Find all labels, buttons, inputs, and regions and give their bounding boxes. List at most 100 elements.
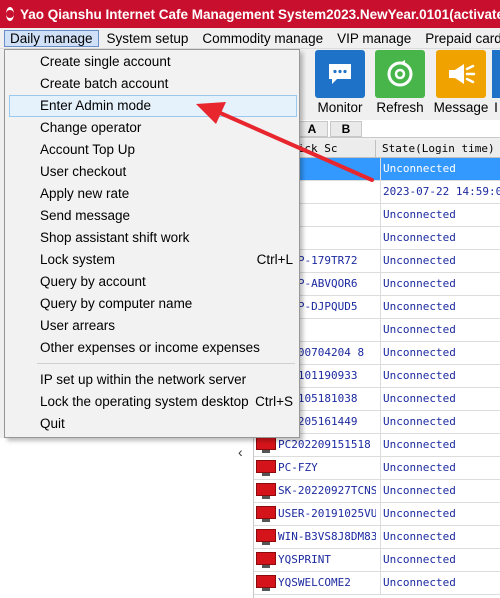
partial-label: I <box>494 100 498 115</box>
computer-name: PC-FZY <box>278 461 318 474</box>
menu-item-label: Lock the operating system desktop <box>40 394 249 409</box>
menu-commodity-manage[interactable]: Commodity manage <box>196 30 329 47</box>
refresh-label: Refresh <box>376 100 424 115</box>
menu-item-shortcut: Ctrl+S <box>255 394 293 409</box>
computer-name: YQSPRINT <box>278 553 331 566</box>
menu-item-lock-system[interactable]: Lock system Ctrl+L <box>9 249 297 271</box>
computer-icon <box>256 460 276 476</box>
table-row[interactable]: WIN-B3VS8J8DM83 Unconnected <box>254 526 500 549</box>
menu-item-label: Lock system <box>40 252 116 267</box>
menu-item-label: Quit <box>40 416 65 431</box>
menu-item-lock-the-operating-system-desktop[interactable]: Lock the operating system desktop Ctrl+S <box>9 391 297 413</box>
connection-state: Unconnected <box>380 158 456 180</box>
daily-manage-dropdown: Create single account Create batch accoun… <box>4 49 300 438</box>
connection-state: 2023-07-22 14:59:04 <box>380 181 500 203</box>
message-label: Message <box>433 100 489 115</box>
menu-item-label: Other expenses or income expenses <box>40 340 260 355</box>
computer-icon <box>256 437 276 453</box>
menu-bar: Daily manage System setup Commodity mana… <box>0 28 500 49</box>
computer-icon <box>256 575 276 591</box>
connection-state: Unconnected <box>380 319 456 341</box>
table-row[interactable]: YQSWELCOME2 Unconnected <box>254 572 500 595</box>
menu-item-shop-assistant-shift-work[interactable]: Shop assistant shift work <box>9 227 297 249</box>
connection-state: Unconnected <box>380 388 456 410</box>
connection-state: Unconnected <box>380 503 456 525</box>
menu-item-query-by-account[interactable]: Query by account <box>9 271 297 293</box>
menu-item-user-checkout[interactable]: User checkout <box>9 161 297 183</box>
connection-state: Unconnected <box>380 434 456 456</box>
computer-name: SK-20220927TCNSJ <box>278 484 376 497</box>
menu-daily-manage[interactable]: Daily manage <box>4 29 99 47</box>
menu-vip-manage[interactable]: VIP manage <box>331 30 417 47</box>
menu-item-label: Query by computer name <box>40 296 193 311</box>
computer-name: USER-20191025VU <box>278 507 376 520</box>
menu-item-account-top-up[interactable]: Account Top Up <box>9 139 297 161</box>
title-bar: Yao Qianshu Internet Cafe Management Sys… <box>0 0 500 28</box>
connection-state: Unconnected <box>380 204 456 226</box>
refresh-button[interactable]: Refresh <box>374 50 426 115</box>
left-panel <box>0 438 254 598</box>
menu-item-query-by-computer-name[interactable]: Query by computer name <box>9 293 297 315</box>
monitor-button[interactable]: Monitor <box>314 50 366 115</box>
menu-item-create-batch-account[interactable]: Create batch account <box>9 73 297 95</box>
menu-item-label: Shop assistant shift work <box>40 230 190 245</box>
connection-state: Unconnected <box>380 227 456 249</box>
computer-icon <box>256 529 276 545</box>
menu-system-setup[interactable]: System setup <box>101 30 195 47</box>
computer-icon <box>256 483 276 499</box>
table-row[interactable]: PC-FZY Unconnected <box>254 457 500 480</box>
menu-item-enter-admin-mode[interactable]: Enter Admin mode <box>9 95 297 117</box>
menu-item-label: User arrears <box>40 318 116 333</box>
menu-item-user-arrears[interactable]: User arrears <box>9 315 297 337</box>
menu-item-label: IP set up within the network server <box>40 372 247 387</box>
partial-toolbar-button[interactable]: I <box>492 50 500 115</box>
connection-state: Unconnected <box>380 411 456 433</box>
menu-item-change-operator[interactable]: Change operator <box>9 117 297 139</box>
table-row[interactable]: YQSPRINT Unconnected <box>254 549 500 572</box>
menu-separator <box>37 363 295 364</box>
table-row[interactable]: USER-20191025VU Unconnected <box>254 503 500 526</box>
menu-item-quit[interactable]: Quit <box>9 413 297 435</box>
menu-item-send-message[interactable]: Send message <box>9 205 297 227</box>
connection-state: Unconnected <box>380 273 456 295</box>
connection-state: Unconnected <box>380 572 456 594</box>
connection-state: Unconnected <box>380 365 456 387</box>
menu-item-shortcut: Ctrl+L <box>256 252 293 267</box>
menu-item-label: Create batch account <box>40 76 169 91</box>
column-letter-b[interactable]: B <box>330 121 362 137</box>
connection-state: Unconnected <box>380 549 456 571</box>
menu-item-label: Send message <box>40 208 131 223</box>
refresh-icon <box>375 50 425 98</box>
header-state[interactable]: State(Login time) <box>380 140 500 158</box>
message-button[interactable]: Message <box>433 50 489 115</box>
monitor-label: Monitor <box>317 100 363 115</box>
menu-item-label: Apply new rate <box>40 186 130 201</box>
computer-icon <box>256 552 276 568</box>
column-letters: A B <box>296 120 500 138</box>
computer-name: WIN-B3VS8J8DM83 <box>278 530 376 543</box>
menu-item-other-expenses-or-income-expenses[interactable]: Other expenses or income expenses <box>9 337 297 359</box>
menu-item-apply-new-rate[interactable]: Apply new rate <box>9 183 297 205</box>
partial-icon <box>492 50 500 98</box>
menu-item-label: User checkout <box>40 164 127 179</box>
table-row[interactable]: SK-20220927TCNSJ Unconnected <box>254 480 500 503</box>
menu-item-label: Query by account <box>40 274 146 289</box>
column-letter-a[interactable]: A <box>296 121 328 137</box>
connection-state: Unconnected <box>380 250 456 272</box>
connection-state: Unconnected <box>380 296 456 318</box>
megaphone-icon <box>436 50 486 98</box>
connection-state: Unconnected <box>380 457 456 479</box>
menu-prepaid-card[interactable]: Prepaid card <box>419 30 500 47</box>
monitor-icon <box>315 50 365 98</box>
chevron-left-icon[interactable]: ‹ <box>238 444 252 460</box>
menu-item-ip-set-up-within-the-network-server[interactable]: IP set up within the network server <box>9 369 297 391</box>
window-title: Yao Qianshu Internet Cafe Management Sys… <box>20 6 500 22</box>
connection-state: Unconnected <box>380 526 456 548</box>
menu-item-label: Account Top Up <box>40 142 136 157</box>
app-logo-icon <box>6 7 14 21</box>
menu-item-create-single-account[interactable]: Create single account <box>9 51 297 73</box>
connection-state: Unconnected <box>380 480 456 502</box>
computer-name: YQSWELCOME2 <box>278 576 351 589</box>
menu-item-label: Enter Admin mode <box>40 98 152 113</box>
connection-state: Unconnected <box>380 342 456 364</box>
